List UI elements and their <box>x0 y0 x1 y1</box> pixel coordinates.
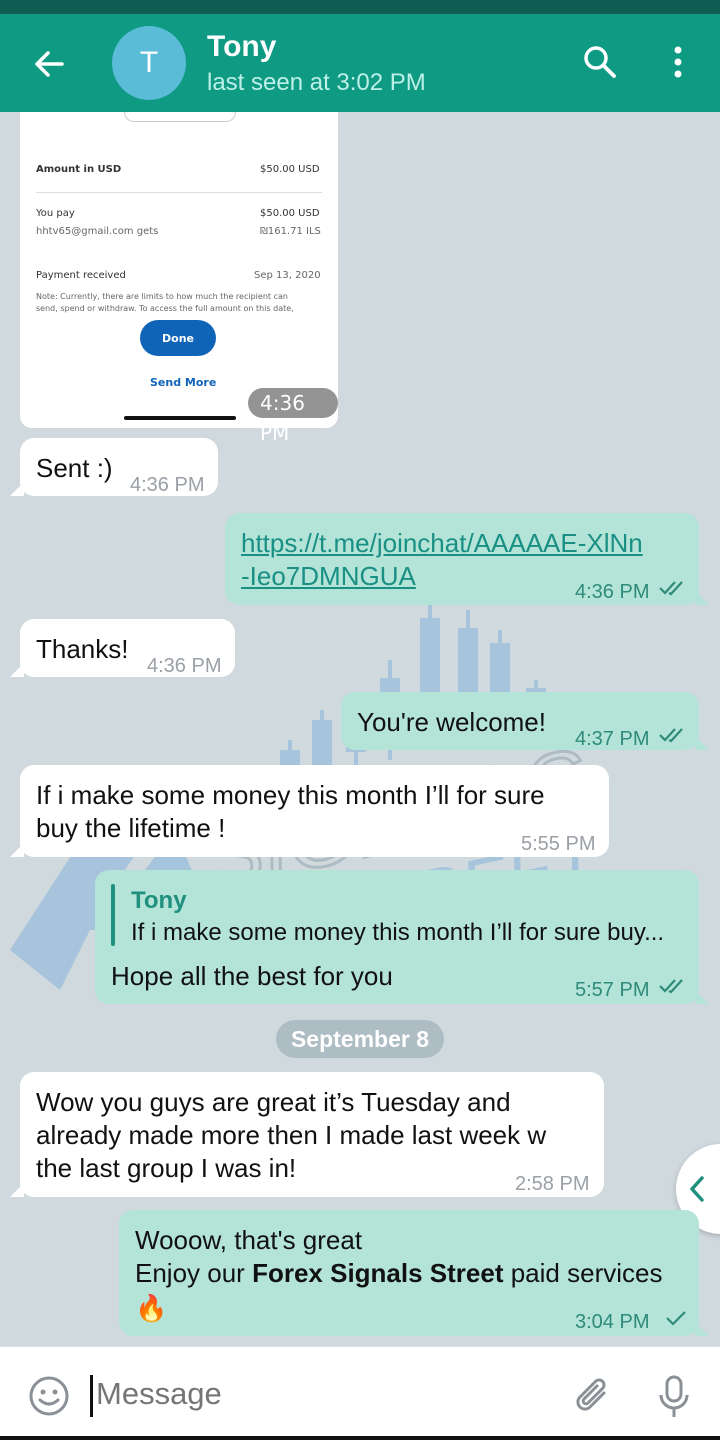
message-text-line3: the last group I was in! <box>36 1153 297 1183</box>
message-text-pre: Enjoy our <box>135 1258 253 1288</box>
invite-link-line2[interactable]: -Ieo7DMNGUA <box>241 560 416 593</box>
message-text: Hope all the best for you <box>111 961 393 991</box>
payment-screenshot-message[interactable]: Amount in USD $50.00 USD You pay $50.00 … <box>20 112 338 445</box>
message-time: 4:37 PM <box>575 728 650 750</box>
message-text: Sent :) <box>36 453 113 483</box>
status-bar <box>0 0 720 14</box>
message-text-line1: Wooow, that's great <box>135 1225 363 1255</box>
incoming-message[interactable]: Sent :) 4:36 PM <box>10 438 218 496</box>
invite-link-line1[interactable]: https://t.me/joinchat/AAAAAE-XlNn <box>241 527 643 560</box>
avatar-letter: T <box>139 46 159 79</box>
message-time: 4:36 PM <box>575 581 650 603</box>
receipt-divider <box>36 192 322 193</box>
back-arrow-icon[interactable] <box>28 43 70 85</box>
message-time: 5:55 PM <box>521 833 596 855</box>
contact-name[interactable]: Tony <box>207 30 276 64</box>
fire-emoji: 🔥 <box>135 1293 168 1323</box>
message-time: 4:36 PM <box>248 388 338 445</box>
message-time: 4:36 PM <box>130 474 205 496</box>
receipt-note-line2: send, spend or withdraw. To access the f… <box>36 304 294 313</box>
outgoing-message[interactable]: You're welcome! 4:37 PM <box>341 692 709 750</box>
message-text-line1: If i make some money this month I’ll for… <box>36 780 545 810</box>
receipt-note-line1: Note: Currently, there are limits to how… <box>36 292 288 301</box>
search-icon[interactable] <box>580 42 620 82</box>
message-text-line2: Enjoy our Forex Signals Street paid serv… <box>135 1257 662 1290</box>
receipt-card-edge <box>124 112 236 122</box>
message-time: 4:36 PM <box>147 655 222 677</box>
last-seen: last seen at 3:02 PM <box>207 69 426 96</box>
more-vert-icon[interactable] <box>662 42 694 82</box>
single-check-icon <box>666 1311 686 1326</box>
outgoing-message[interactable]: https://t.me/joinchat/AAAAAE-XlNn -Ieo7D… <box>225 513 709 605</box>
text-cursor <box>90 1375 93 1417</box>
message-text-line2: buy the lifetime ! <box>36 813 226 843</box>
receipt-send-more-link: Send More <box>150 376 217 389</box>
chat-header: T Tony last seen at 3:02 PM <box>0 14 720 112</box>
message-text-line1: Wow you guys are great it’s Tuesday and <box>36 1087 511 1117</box>
chat-area[interactable]: SIGNALS STREET Amount in USD $50.00 USD … <box>0 112 720 1346</box>
chevron-left-icon <box>690 1176 704 1202</box>
receipt-done-button: Done <box>140 320 216 356</box>
incoming-message[interactable]: Thanks! 4:36 PM <box>10 619 235 677</box>
message-input-bar <box>0 1346 720 1440</box>
avatar[interactable]: T <box>112 26 186 100</box>
double-check-icon <box>659 979 683 994</box>
incoming-message[interactable]: If i make some money this month I’ll for… <box>10 765 609 857</box>
message-text: You're welcome! <box>357 707 546 737</box>
reply-author[interactable]: Tony <box>131 884 187 917</box>
date-separator: September 8 <box>276 1020 444 1058</box>
receipt-amount-label: Amount in USD <box>36 164 122 175</box>
double-check-icon <box>659 581 683 596</box>
message-text-line2: already made more then I made last week … <box>36 1120 547 1150</box>
message-text-post: paid services <box>503 1258 663 1288</box>
receipt-payment-received-label: Payment received <box>36 270 126 281</box>
nav-bar-edge <box>0 1436 720 1440</box>
receipt-you-pay-value: $50.00 USD <box>260 208 320 219</box>
message-text-bold: Forex Signals Street <box>252 1258 504 1288</box>
receipt-you-pay-label: You pay <box>36 208 75 219</box>
outgoing-reply-message[interactable]: Tony If i make some money this month I’l… <box>95 870 709 1004</box>
receipt-recipient-value: ₪161.71 ILS <box>260 226 321 237</box>
reply-quote-text[interactable]: If i make some money this month I’ll for… <box>131 916 664 949</box>
message-time: 2:58 PM <box>515 1173 590 1195</box>
receipt-recipient-label: hhtv65@gmail.com gets <box>36 226 159 237</box>
emoji-icon[interactable] <box>28 1375 70 1417</box>
double-check-icon <box>659 728 683 743</box>
receipt-payment-received-value: Sep 13, 2020 <box>254 270 321 281</box>
incoming-message[interactable]: Wow you guys are great it’s Tuesday and … <box>10 1072 604 1197</box>
message-input[interactable] <box>96 1369 556 1419</box>
outgoing-message[interactable]: Wooow, that's great Enjoy our Forex Sign… <box>119 1210 709 1336</box>
attach-icon[interactable] <box>574 1375 614 1417</box>
receipt-amount-value: $50.00 USD <box>260 164 320 175</box>
message-text: Thanks! <box>36 634 129 664</box>
mic-icon[interactable] <box>656 1375 692 1419</box>
message-time: 5:57 PM <box>575 979 650 1001</box>
reply-quote-bar <box>111 884 115 946</box>
receipt-home-indicator <box>124 416 236 420</box>
message-time: 3:04 PM <box>575 1311 650 1333</box>
